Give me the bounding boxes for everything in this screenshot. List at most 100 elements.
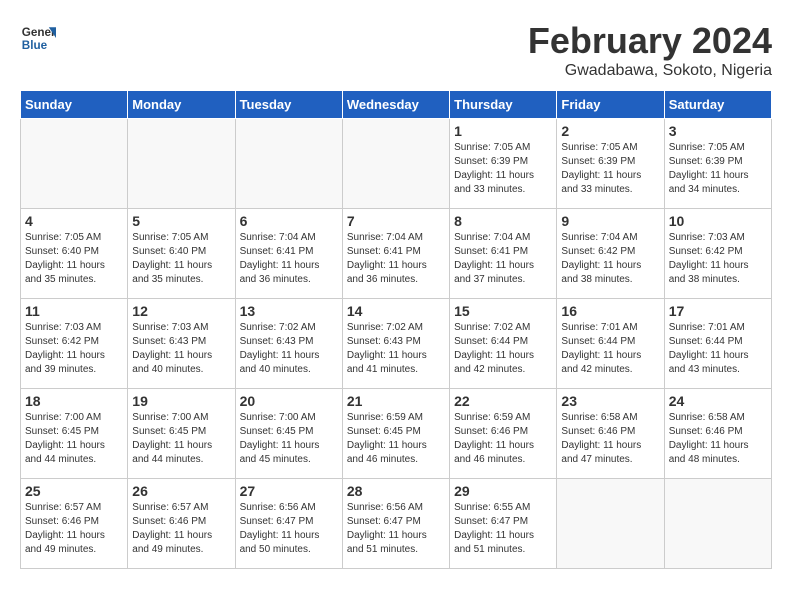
day-detail: Sunrise: 7:05 AM Sunset: 6:40 PM Dayligh… xyxy=(132,231,230,287)
weekday-header-saturday: Saturday xyxy=(664,91,771,119)
day-detail: Sunrise: 6:57 AM Sunset: 6:46 PM Dayligh… xyxy=(132,501,230,557)
weekday-header-row: SundayMondayTuesdayWednesdayThursdayFrid… xyxy=(21,91,772,119)
day-number: 10 xyxy=(669,213,767,229)
day-detail: Sunrise: 7:05 AM Sunset: 6:39 PM Dayligh… xyxy=(561,141,659,197)
calendar-cell: 5 Sunrise: 7:05 AM Sunset: 6:40 PM Daylig… xyxy=(128,209,235,299)
day-number: 18 xyxy=(25,393,123,409)
calendar-cell: 19 Sunrise: 7:00 AM Sunset: 6:45 PM Dayli… xyxy=(128,389,235,479)
day-number: 6 xyxy=(240,213,338,229)
weekday-header-thursday: Thursday xyxy=(450,91,557,119)
day-detail: Sunrise: 6:57 AM Sunset: 6:46 PM Dayligh… xyxy=(25,501,123,557)
calendar-cell xyxy=(664,479,771,569)
calendar-cell: 18 Sunrise: 7:00 AM Sunset: 6:45 PM Dayli… xyxy=(21,389,128,479)
calendar-cell: 6 Sunrise: 7:04 AM Sunset: 6:41 PM Daylig… xyxy=(235,209,342,299)
day-detail: Sunrise: 7:03 AM Sunset: 6:43 PM Dayligh… xyxy=(132,321,230,377)
day-number: 2 xyxy=(561,123,659,139)
calendar-cell xyxy=(557,479,664,569)
day-number: 7 xyxy=(347,213,445,229)
location-subtitle: Gwadabawa, Sokoto, Nigeria xyxy=(528,62,772,80)
calendar-cell: 25 Sunrise: 6:57 AM Sunset: 6:46 PM Dayli… xyxy=(21,479,128,569)
day-number: 19 xyxy=(132,393,230,409)
day-number: 26 xyxy=(132,483,230,499)
calendar-cell: 14 Sunrise: 7:02 AM Sunset: 6:43 PM Dayli… xyxy=(342,299,449,389)
day-detail: Sunrise: 7:01 AM Sunset: 6:44 PM Dayligh… xyxy=(669,321,767,377)
weekday-header-monday: Monday xyxy=(128,91,235,119)
calendar-cell xyxy=(342,119,449,209)
day-detail: Sunrise: 6:58 AM Sunset: 6:46 PM Dayligh… xyxy=(561,411,659,467)
day-detail: Sunrise: 7:02 AM Sunset: 6:44 PM Dayligh… xyxy=(454,321,552,377)
day-detail: Sunrise: 6:58 AM Sunset: 6:46 PM Dayligh… xyxy=(669,411,767,467)
calendar-cell: 13Sunrise: 7:02 AM Sunset: 6:43 PM Dayli… xyxy=(235,299,342,389)
calendar-cell: 9 Sunrise: 7:04 AM Sunset: 6:42 PM Daylig… xyxy=(557,209,664,299)
day-detail: Sunrise: 6:56 AM Sunset: 6:47 PM Dayligh… xyxy=(347,501,445,557)
calendar-cell: 21Sunrise: 6:59 AM Sunset: 6:45 PM Dayli… xyxy=(342,389,449,479)
day-number: 17 xyxy=(669,303,767,319)
calendar-cell: 24 Sunrise: 6:58 AM Sunset: 6:46 PM Dayli… xyxy=(664,389,771,479)
calendar-cell: 17 Sunrise: 7:01 AM Sunset: 6:44 PM Dayli… xyxy=(664,299,771,389)
day-detail: Sunrise: 7:00 AM Sunset: 6:45 PM Dayligh… xyxy=(132,411,230,467)
day-detail: Sunrise: 7:04 AM Sunset: 6:41 PM Dayligh… xyxy=(347,231,445,287)
calendar-cell: 23Sunrise: 6:58 AM Sunset: 6:46 PM Dayli… xyxy=(557,389,664,479)
day-detail: Sunrise: 7:00 AM Sunset: 6:45 PM Dayligh… xyxy=(240,411,338,467)
svg-text:Blue: Blue xyxy=(22,39,48,52)
day-number: 16 xyxy=(561,303,659,319)
calendar-cell: 26 Sunrise: 6:57 AM Sunset: 6:46 PM Dayli… xyxy=(128,479,235,569)
weekday-header-sunday: Sunday xyxy=(21,91,128,119)
day-detail: Sunrise: 7:04 AM Sunset: 6:41 PM Dayligh… xyxy=(454,231,552,287)
day-number: 15 xyxy=(454,303,552,319)
logo-icon: General Blue xyxy=(20,20,56,56)
day-number: 14 xyxy=(347,303,445,319)
month-year: February 2024 xyxy=(528,20,772,62)
day-detail: Sunrise: 7:01 AM Sunset: 6:44 PM Dayligh… xyxy=(561,321,659,377)
calendar-cell: 28Sunrise: 6:56 AM Sunset: 6:47 PM Dayli… xyxy=(342,479,449,569)
day-detail: Sunrise: 6:59 AM Sunset: 6:46 PM Dayligh… xyxy=(454,411,552,467)
day-number: 20 xyxy=(240,393,338,409)
calendar-cell: 7 Sunrise: 7:04 AM Sunset: 6:41 PM Daylig… xyxy=(342,209,449,299)
day-detail: Sunrise: 7:00 AM Sunset: 6:45 PM Dayligh… xyxy=(25,411,123,467)
calendar-cell: 22 Sunrise: 6:59 AM Sunset: 6:46 PM Dayli… xyxy=(450,389,557,479)
calendar-cell: 15 Sunrise: 7:02 AM Sunset: 6:44 PM Dayli… xyxy=(450,299,557,389)
calendar-cell: 3Sunrise: 7:05 AM Sunset: 6:39 PM Daylig… xyxy=(664,119,771,209)
day-number: 9 xyxy=(561,213,659,229)
day-detail: Sunrise: 7:03 AM Sunset: 6:42 PM Dayligh… xyxy=(669,231,767,287)
day-number: 3 xyxy=(669,123,767,139)
day-number: 1 xyxy=(454,123,552,139)
day-detail: Sunrise: 6:56 AM Sunset: 6:47 PM Dayligh… xyxy=(240,501,338,557)
header: General Blue February 2024 Gwadabawa, So… xyxy=(20,20,772,80)
day-detail: Sunrise: 7:03 AM Sunset: 6:42 PM Dayligh… xyxy=(25,321,123,377)
calendar-week-3: 11 Sunrise: 7:03 AM Sunset: 6:42 PM Dayli… xyxy=(21,299,772,389)
day-number: 12 xyxy=(132,303,230,319)
calendar-cell: 29 Sunrise: 6:55 AM Sunset: 6:47 PM Dayli… xyxy=(450,479,557,569)
day-number: 4 xyxy=(25,213,123,229)
calendar-week-4: 18 Sunrise: 7:00 AM Sunset: 6:45 PM Dayli… xyxy=(21,389,772,479)
title-area: February 2024 Gwadabawa, Sokoto, Nigeria xyxy=(528,20,772,80)
calendar-cell: 11 Sunrise: 7:03 AM Sunset: 6:42 PM Dayli… xyxy=(21,299,128,389)
calendar-cell: 4 Sunrise: 7:05 AM Sunset: 6:40 PM Daylig… xyxy=(21,209,128,299)
calendar-cell: 10 Sunrise: 7:03 AM Sunset: 6:42 PM Dayli… xyxy=(664,209,771,299)
calendar-cell: 27 Sunrise: 6:56 AM Sunset: 6:47 PM Dayli… xyxy=(235,479,342,569)
day-number: 29 xyxy=(454,483,552,499)
day-number: 27 xyxy=(240,483,338,499)
calendar-cell xyxy=(235,119,342,209)
day-detail: Sunrise: 7:04 AM Sunset: 6:42 PM Dayligh… xyxy=(561,231,659,287)
calendar-cell: 2 Sunrise: 7:05 AM Sunset: 6:39 PM Daylig… xyxy=(557,119,664,209)
weekday-header-tuesday: Tuesday xyxy=(235,91,342,119)
weekday-header-friday: Friday xyxy=(557,91,664,119)
day-number: 11 xyxy=(25,303,123,319)
weekday-header-wednesday: Wednesday xyxy=(342,91,449,119)
calendar-cell: 1Sunrise: 7:05 AM Sunset: 6:39 PM Daylig… xyxy=(450,119,557,209)
day-detail: Sunrise: 6:55 AM Sunset: 6:47 PM Dayligh… xyxy=(454,501,552,557)
day-number: 22 xyxy=(454,393,552,409)
day-detail: Sunrise: 7:05 AM Sunset: 6:40 PM Dayligh… xyxy=(25,231,123,287)
day-number: 8 xyxy=(454,213,552,229)
day-detail: Sunrise: 7:02 AM Sunset: 6:43 PM Dayligh… xyxy=(347,321,445,377)
day-number: 25 xyxy=(25,483,123,499)
day-detail: Sunrise: 7:04 AM Sunset: 6:41 PM Dayligh… xyxy=(240,231,338,287)
day-number: 21 xyxy=(347,393,445,409)
day-number: 24 xyxy=(669,393,767,409)
day-number: 13 xyxy=(240,303,338,319)
day-number: 5 xyxy=(132,213,230,229)
calendar-cell xyxy=(21,119,128,209)
calendar-table: SundayMondayTuesdayWednesdayThursdayFrid… xyxy=(20,90,772,569)
calendar-cell: 16 Sunrise: 7:01 AM Sunset: 6:44 PM Dayli… xyxy=(557,299,664,389)
